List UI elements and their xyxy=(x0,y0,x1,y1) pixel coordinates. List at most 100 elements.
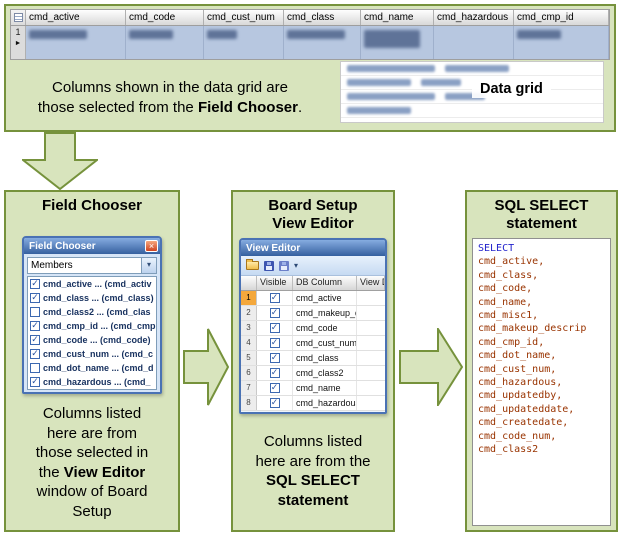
row-number[interactable]: 4 xyxy=(241,336,257,350)
db-column-cell[interactable]: cmd_class2 xyxy=(293,366,357,380)
grid-column-header[interactable]: cmd_class xyxy=(284,10,361,25)
checkbox[interactable] xyxy=(30,307,40,317)
view-display-cell[interactable] xyxy=(357,336,385,350)
row-number[interactable]: 7 xyxy=(241,381,257,395)
view-editor-row[interactable]: 6 cmd_class2 xyxy=(241,366,385,381)
grid-cell[interactable] xyxy=(26,26,126,59)
db-column-cell[interactable]: cmd_code xyxy=(293,321,357,335)
field-chooser-caption: Columns listed here are from those selec… xyxy=(12,404,172,521)
field-label: cmd_cust_num ... (cmd_c xyxy=(43,349,153,359)
grid-cell[interactable] xyxy=(434,26,514,59)
db-column-cell[interactable]: cmd_name xyxy=(293,381,357,395)
row-number[interactable]: 2 xyxy=(241,306,257,320)
close-icon[interactable]: × xyxy=(145,240,158,252)
field-list-item[interactable]: cmd_class ... (cmd_class) xyxy=(28,291,156,305)
visible-cell[interactable] xyxy=(257,381,293,395)
grid-column-header[interactable]: cmd_name xyxy=(361,10,434,25)
row-number[interactable]: 6 xyxy=(241,366,257,380)
view-editor-toolbar: ▾ xyxy=(241,256,385,276)
view-display-cell[interactable] xyxy=(357,321,385,335)
checkbox[interactable] xyxy=(30,335,40,345)
view-display-cell[interactable] xyxy=(357,291,385,305)
caption-text: Columns listed here are from the xyxy=(255,433,370,470)
view-editor-row[interactable]: 2 cmd_makeup_d... xyxy=(241,306,385,321)
view-editor-row[interactable]: 4 cmd_cust_num xyxy=(241,336,385,351)
save-icon[interactable] xyxy=(264,261,274,271)
caption-text: window of Board Setup xyxy=(37,483,148,520)
grid-column-header[interactable]: cmd_code xyxy=(126,10,204,25)
visible-cell[interactable] xyxy=(257,336,293,350)
view-display-cell[interactable] xyxy=(357,396,385,410)
grid-column-header[interactable]: cmd_hazardous xyxy=(434,10,514,25)
view-editor-titlebar[interactable]: View Editor xyxy=(241,240,385,256)
grid-cell[interactable] xyxy=(126,26,204,59)
checkbox[interactable] xyxy=(30,377,40,387)
field-list-item[interactable]: cmd_code ... (cmd_code) xyxy=(28,333,156,347)
db-column-header[interactable]: DB Column xyxy=(293,276,357,290)
view-editor-row[interactable]: 1 cmd_active xyxy=(241,291,385,306)
checkbox[interactable] xyxy=(30,349,40,359)
grid-column-header[interactable]: cmd_active xyxy=(26,10,126,25)
visible-cell[interactable] xyxy=(257,396,293,410)
view-editor-row[interactable]: 5 cmd_class xyxy=(241,351,385,366)
view-display-cell[interactable] xyxy=(357,366,385,380)
members-dropdown[interactable]: Members▾ xyxy=(27,257,157,274)
view-display-column-header[interactable]: View Di xyxy=(357,276,385,290)
grid-data-row[interactable]: 1► xyxy=(10,26,610,60)
grid-cell[interactable] xyxy=(514,26,609,59)
caption-bold-text: Field Chooser xyxy=(198,99,298,116)
checkbox[interactable] xyxy=(270,338,280,348)
checkbox[interactable] xyxy=(270,398,280,408)
view-display-cell[interactable] xyxy=(357,381,385,395)
checkbox[interactable] xyxy=(30,279,40,289)
db-column-cell[interactable]: cmd_makeup_d... xyxy=(293,306,357,320)
grid-row-header[interactable]: 1► xyxy=(11,26,26,59)
checkbox[interactable] xyxy=(270,383,280,393)
grid-cell[interactable] xyxy=(204,26,284,59)
visible-cell[interactable] xyxy=(257,306,293,320)
visible-cell[interactable] xyxy=(257,366,293,380)
visible-cell[interactable] xyxy=(257,321,293,335)
checkbox[interactable] xyxy=(30,363,40,373)
field-list-item[interactable]: cmd_cmp_id ... (cmd_cmp xyxy=(28,319,156,333)
visible-cell[interactable] xyxy=(257,351,293,365)
grid-column-header[interactable]: cmd_cmp_id xyxy=(514,10,609,25)
db-column-cell[interactable]: cmd_cust_num xyxy=(293,336,357,350)
row-number[interactable]: 5 xyxy=(241,351,257,365)
grid-cell[interactable] xyxy=(361,26,434,59)
field-list-item[interactable]: cmd_hazardous ... (cmd_ xyxy=(28,375,156,389)
grid-cell[interactable] xyxy=(284,26,361,59)
row-number[interactable]: 1 xyxy=(241,291,257,305)
chevron-down-icon[interactable]: ▾ xyxy=(141,258,156,273)
visible-column-header[interactable]: Visible xyxy=(257,276,293,290)
view-display-cell[interactable] xyxy=(357,306,385,320)
checkbox[interactable] xyxy=(30,321,40,331)
view-editor-row[interactable]: 8 cmd_hazardous xyxy=(241,396,385,411)
field-list-item[interactable]: cmd_class2 ... (cmd_clas xyxy=(28,305,156,319)
checkbox[interactable] xyxy=(270,323,280,333)
view-display-cell[interactable] xyxy=(357,351,385,365)
checkbox[interactable] xyxy=(270,353,280,363)
field-list-item[interactable]: cmd_dot_name ... (cmd_d xyxy=(28,361,156,375)
grid-corner-cell[interactable] xyxy=(11,10,26,25)
checkbox[interactable] xyxy=(30,293,40,303)
save-all-icon[interactable] xyxy=(279,261,289,271)
open-folder-icon[interactable] xyxy=(246,261,259,270)
view-editor-row[interactable]: 7 cmd_name xyxy=(241,381,385,396)
view-editor-row[interactable]: 3 cmd_code xyxy=(241,321,385,336)
checkbox[interactable] xyxy=(270,308,280,318)
grid-column-header[interactable]: cmd_cust_num xyxy=(204,10,284,25)
row-number[interactable]: 8 xyxy=(241,396,257,410)
caption-bold-text: View Editor xyxy=(64,464,145,481)
db-column-cell[interactable]: cmd_active xyxy=(293,291,357,305)
db-column-cell[interactable]: cmd_hazardous xyxy=(293,396,357,410)
checkbox[interactable] xyxy=(270,293,280,303)
field-list-item[interactable]: cmd_active ... (cmd_activ xyxy=(28,277,156,291)
checkbox[interactable] xyxy=(270,368,280,378)
row-number[interactable]: 3 xyxy=(241,321,257,335)
toolbar-overflow-icon[interactable]: ▾ xyxy=(294,261,298,270)
field-chooser-titlebar[interactable]: Field Chooser× xyxy=(24,238,160,254)
field-list-item[interactable]: cmd_cust_num ... (cmd_c xyxy=(28,347,156,361)
visible-cell[interactable] xyxy=(257,291,293,305)
db-column-cell[interactable]: cmd_class xyxy=(293,351,357,365)
